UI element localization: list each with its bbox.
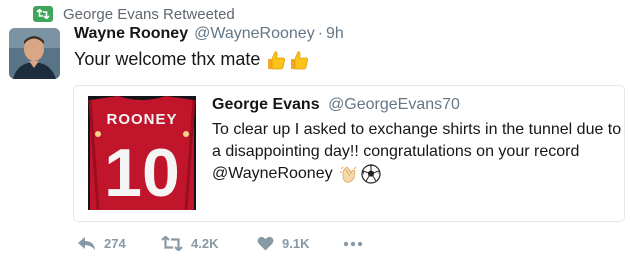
thumbs-up-icon [268, 50, 286, 69]
clapping-hands-icon [339, 166, 356, 183]
quoted-text-line: a disappointing day!! congratulations on… [212, 143, 580, 160]
reply-count: 274 [104, 236, 126, 251]
more-dots-icon[interactable] [343, 241, 363, 247]
avatar-image [9, 28, 60, 79]
like-count: 9.1K [282, 236, 310, 251]
heart-icon[interactable] [257, 236, 274, 251]
reply-icon[interactable] [77, 236, 96, 251]
mention-link[interactable]: @WayneRooney [212, 163, 333, 185]
shirt-name-text: ROONEY [106, 111, 177, 128]
shirt-number-text: 10 [104, 135, 180, 210]
quoted-tweet-header: George Evans @GeorgeEvans70 [212, 96, 460, 114]
reply-action[interactable]: 274 [77, 236, 161, 251]
more-action[interactable] [343, 241, 363, 247]
thumbs-up-icon [291, 50, 309, 69]
tweet-header: Wayne Rooney @WayneRooney · 9h [74, 25, 344, 43]
retweet-action[interactable]: 4.2K [161, 236, 257, 251]
like-action[interactable]: 9.1K [257, 236, 343, 251]
quoted-text-line: To clear up I asked to exchange shirts i… [212, 121, 622, 138]
separator: · [317, 25, 324, 42]
tweet-emojis [266, 50, 309, 70]
retweet-banner-text[interactable]: George Evans Retweeted [63, 6, 235, 23]
retweet-banner[interactable]: George Evans Retweeted [33, 4, 235, 24]
tweet-text: Your welcome thx mate [74, 49, 261, 69]
author-display-name[interactable]: Wayne Rooney [74, 25, 188, 43]
quoted-author-display-name[interactable]: George Evans [212, 96, 320, 113]
quoted-emojis [339, 164, 381, 184]
quoted-tweet-text: To clear up I asked to exchange shirts i… [212, 119, 622, 185]
author-handle[interactable]: @WayneRooney [194, 25, 315, 43]
quoted-tweet-card[interactable]: ROONEY 10 George Evans @GeorgeEvans70 To… [73, 85, 625, 222]
tweet-actions: 274 4.2K 9.1K [77, 236, 363, 251]
retweet-icon [33, 6, 53, 22]
tweet-body: Your welcome thx mate [74, 49, 309, 70]
tweet-timestamp[interactable]: 9h [326, 25, 344, 43]
retweet-icon[interactable] [161, 236, 183, 251]
shirt-photo[interactable]: ROONEY 10 [88, 96, 196, 210]
avatar[interactable] [9, 28, 60, 79]
quoted-author-handle[interactable]: @GeorgeEvans70 [328, 96, 460, 113]
retweet-count: 4.2K [191, 236, 219, 251]
soccer-ball-icon [360, 164, 381, 184]
